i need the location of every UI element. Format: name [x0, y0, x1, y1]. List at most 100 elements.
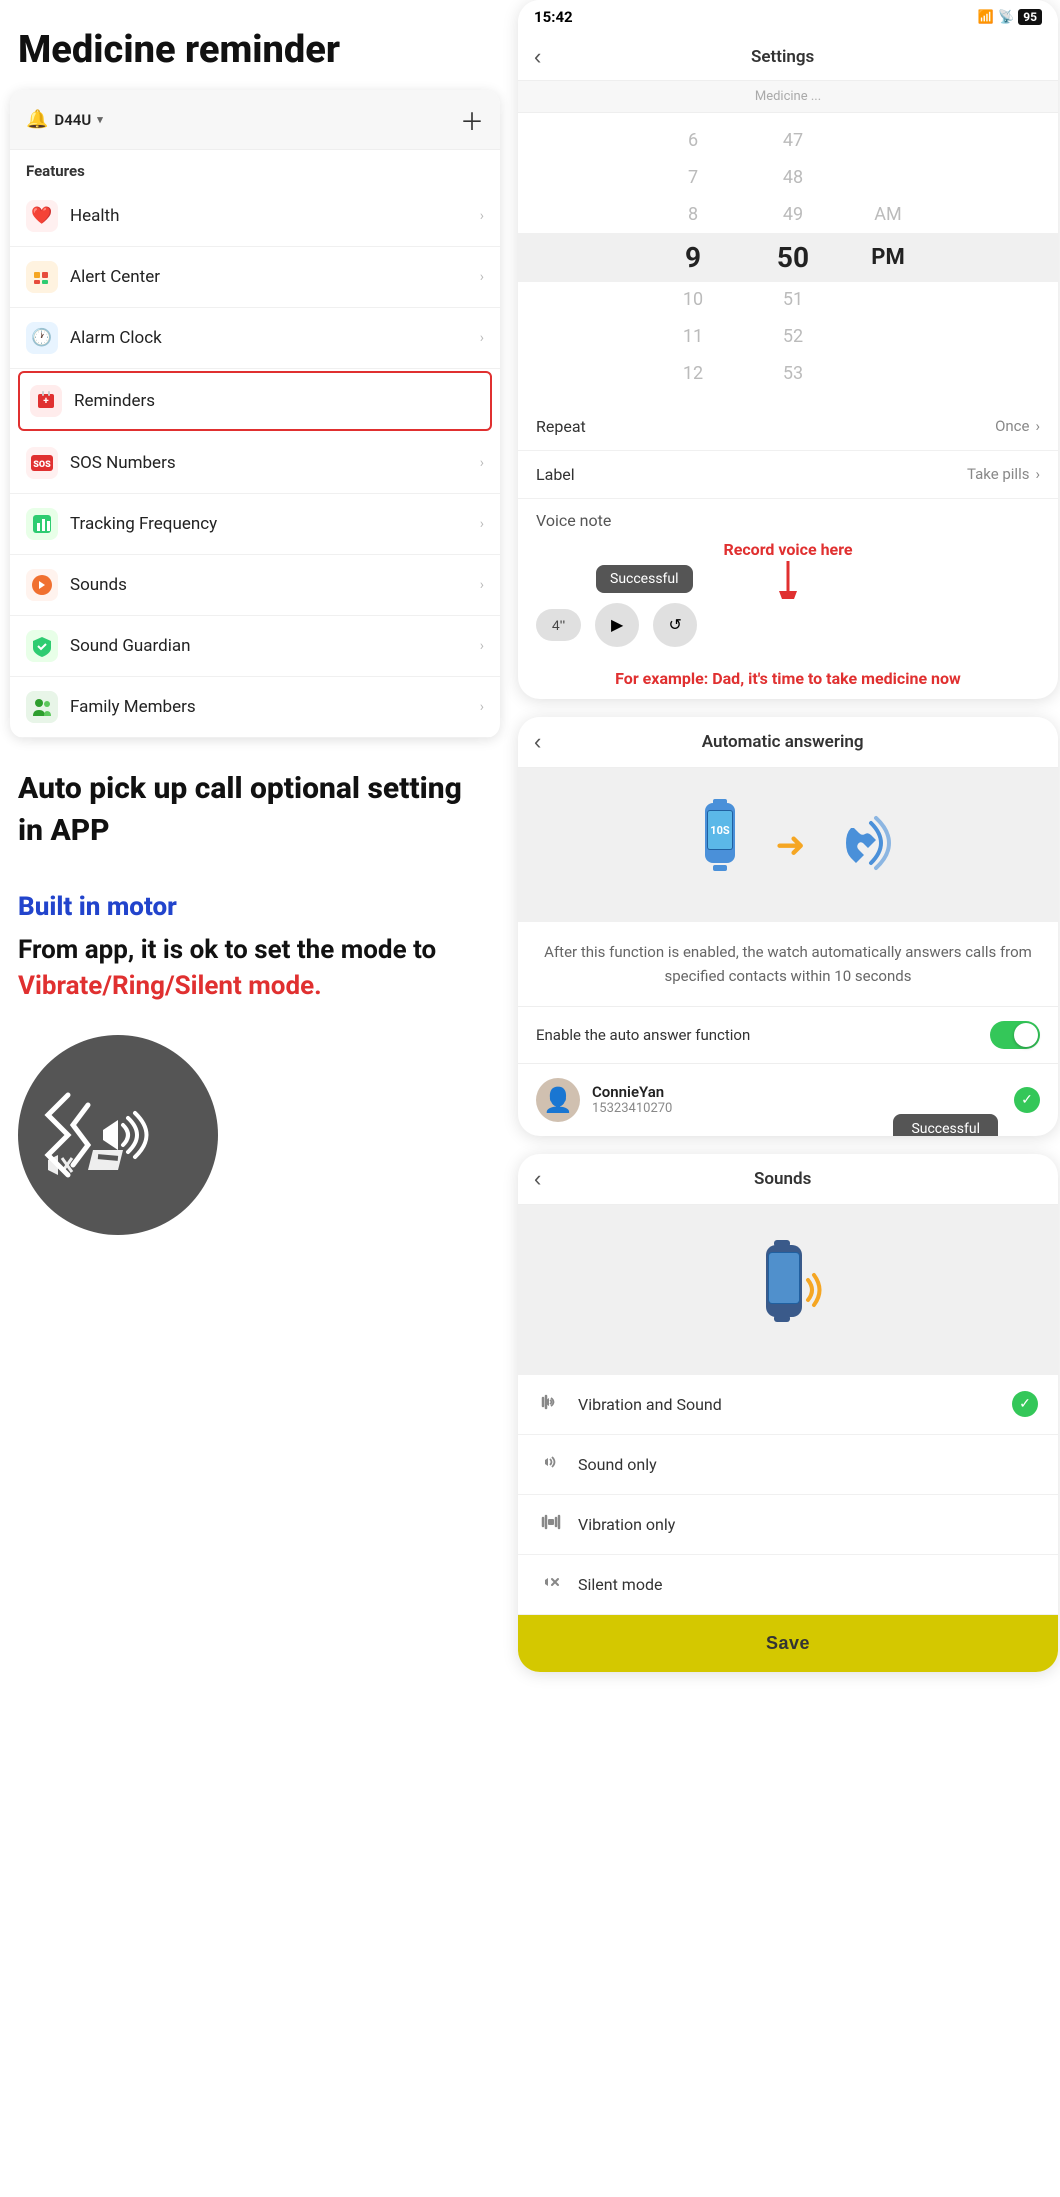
voice-controls: Successful 4'' ▶ ↺ [536, 603, 1040, 647]
page-title: Medicine reminder [0, 0, 510, 90]
soundguardian-label: Sound Guardian [70, 636, 480, 656]
features-section-label: Features [10, 150, 500, 186]
voice-note-label: Voice note [536, 511, 1040, 530]
tracking-icon [26, 508, 58, 540]
picker-hour-12: 12 [658, 360, 728, 389]
chevron-down-icon: ▾ [97, 113, 103, 126]
health-icon: ❤️ [26, 200, 58, 232]
settings-title: Settings [553, 47, 1012, 67]
sound-option-vib-sound[interactable]: Vibration and Sound ✓ [518, 1375, 1058, 1435]
sidebar-item-tracking[interactable]: Tracking Frequency › [10, 494, 500, 555]
auto-answer-desc: After this function is enabled, the watc… [518, 922, 1058, 1006]
enable-row[interactable]: Enable the auto answer function [518, 1006, 1058, 1064]
alert-icon [26, 261, 58, 293]
sound-option-vib-only[interactable]: Vibration only [518, 1495, 1058, 1555]
label-row[interactable]: Label Take pills › [518, 451, 1058, 499]
sound-option-silent[interactable]: Silent mode [518, 1555, 1058, 1615]
sidebar-item-alert[interactable]: Alert Center › [10, 247, 500, 308]
picker-hour-10: 10 [658, 286, 728, 315]
voice-toast: Successful [596, 565, 693, 593]
voice-undo-btn[interactable]: ↺ [653, 603, 697, 647]
add-button[interactable]: ＋ [460, 102, 484, 137]
silent-mode-label: Silent mode [578, 1575, 1038, 1594]
status-icons: 📶 📡 95 [978, 9, 1042, 25]
auto-answer-toggle[interactable] [990, 1021, 1040, 1049]
arrow-icon: ➜ [775, 824, 805, 866]
auto-answer-screen: ‹ Automatic answering 10S ➜ [518, 717, 1058, 1136]
voice-play-btn[interactable]: ▶ [595, 603, 639, 647]
picker-min-51: 51 [758, 286, 828, 315]
vibration-circle [18, 1035, 218, 1235]
sidebar-item-sos[interactable]: SOS SOS Numbers › [10, 433, 500, 494]
chevron-right-icon: › [480, 455, 484, 471]
status-time: 15:42 [534, 8, 573, 26]
enable-label: Enable the auto answer function [536, 1026, 750, 1044]
settings-screen: 15:42 📶 📡 95 ‹ Settings Medicine ... 6 4… [518, 0, 1058, 699]
voice-controls-container: Record voice here Successf [536, 540, 1040, 647]
contact-info: ConnieYan 15323410270 [592, 1083, 1002, 1116]
sidebar-item-family[interactable]: Family Members › [10, 677, 500, 738]
sounds-title: Sounds [553, 1169, 1012, 1189]
reminders-label: Reminders [74, 391, 480, 411]
sos-label: SOS Numbers [70, 453, 480, 473]
picker-row-12: 12 53 [518, 356, 1058, 393]
picker-row-7: 7 48 [518, 160, 1058, 197]
sounds-icon [26, 569, 58, 601]
picker-hour-col: 8 [658, 201, 728, 230]
save-button[interactable]: Save [518, 1615, 1058, 1672]
chevron-right-icon: › [480, 516, 484, 532]
toggle-thumb [1014, 1023, 1038, 1047]
signal-icon: 📶 [978, 10, 994, 25]
sidebar-item-reminders[interactable]: + Reminders [18, 371, 492, 431]
picker-min-53: 53 [758, 360, 828, 389]
back-button[interactable]: ‹ [534, 44, 541, 70]
time-picker[interactable]: 6 47 7 48 8 [518, 113, 1058, 403]
voice-duration-btn[interactable]: 4'' [536, 609, 581, 641]
picker-hour-6: 6 [658, 127, 728, 156]
label-label: Label [536, 465, 575, 484]
picker-hour-8: 8 [658, 201, 728, 230]
vibration-icon-container [0, 1025, 510, 1245]
chevron-right-icon: › [480, 269, 484, 285]
picker-min-48: 48 [758, 164, 828, 193]
sounds-screen: ‹ Sounds [518, 1154, 1058, 1672]
selected-hour: 9 [658, 241, 728, 274]
svg-text:SOS: SOS [33, 460, 51, 470]
svg-text:+: + [43, 396, 49, 407]
vib-sound-icon [538, 1391, 564, 1418]
repeat-value-container: Once › [995, 417, 1040, 435]
contact-avatar: 👤 [536, 1078, 580, 1122]
picker-selected-row: 9 50 PM [518, 233, 1058, 282]
picker-hour-col: 6 [658, 127, 728, 156]
picker-min-52: 52 [758, 323, 828, 352]
sounds-banner [518, 1205, 1058, 1375]
sounds-header: ‹ Sounds [518, 1154, 1058, 1205]
contact-name: ConnieYan [592, 1083, 1002, 1101]
selected-min: 50 [758, 241, 828, 274]
battery-indicator: 95 [1018, 9, 1042, 25]
tracking-label: Tracking Frequency [70, 514, 480, 534]
picker-hour-col: 7 [658, 164, 728, 193]
back-button-2[interactable]: ‹ [534, 729, 541, 755]
health-label: Health [70, 206, 480, 226]
alarm-icon: 🕐 [26, 322, 58, 354]
sidebar-item-alarm[interactable]: 🕐 Alarm Clock › [10, 308, 500, 369]
label-value: Take pills [967, 465, 1030, 483]
repeat-row[interactable]: Repeat Once › [518, 403, 1058, 451]
sidebar-item-soundguardian[interactable]: Sound Guardian › [10, 616, 500, 677]
app-panel-header: 🔔 D44U ▾ ＋ [10, 90, 500, 150]
sound-option-sound-only[interactable]: Sound only [518, 1435, 1058, 1495]
phone-ring-icon [826, 808, 891, 882]
silent-icon [538, 1571, 564, 1598]
svg-text:10S: 10S [711, 824, 731, 837]
contact-row[interactable]: 👤 ConnieYan 15323410270 ✓ Successful [518, 1064, 1058, 1136]
back-button-3[interactable]: ‹ [534, 1166, 541, 1192]
wifi-icon: 📡 [998, 10, 1014, 25]
picker-row-11: 11 52 [518, 319, 1058, 356]
chevron-right-icon: › [480, 208, 484, 224]
sidebar-item-health[interactable]: ❤️ Health › [10, 186, 500, 247]
settings-header: ‹ Settings [518, 34, 1058, 81]
sidebar-item-sounds[interactable]: Sounds › [10, 555, 500, 616]
picker-min-col: 48 [758, 164, 828, 193]
vib-sound-check-icon: ✓ [1012, 1391, 1038, 1417]
